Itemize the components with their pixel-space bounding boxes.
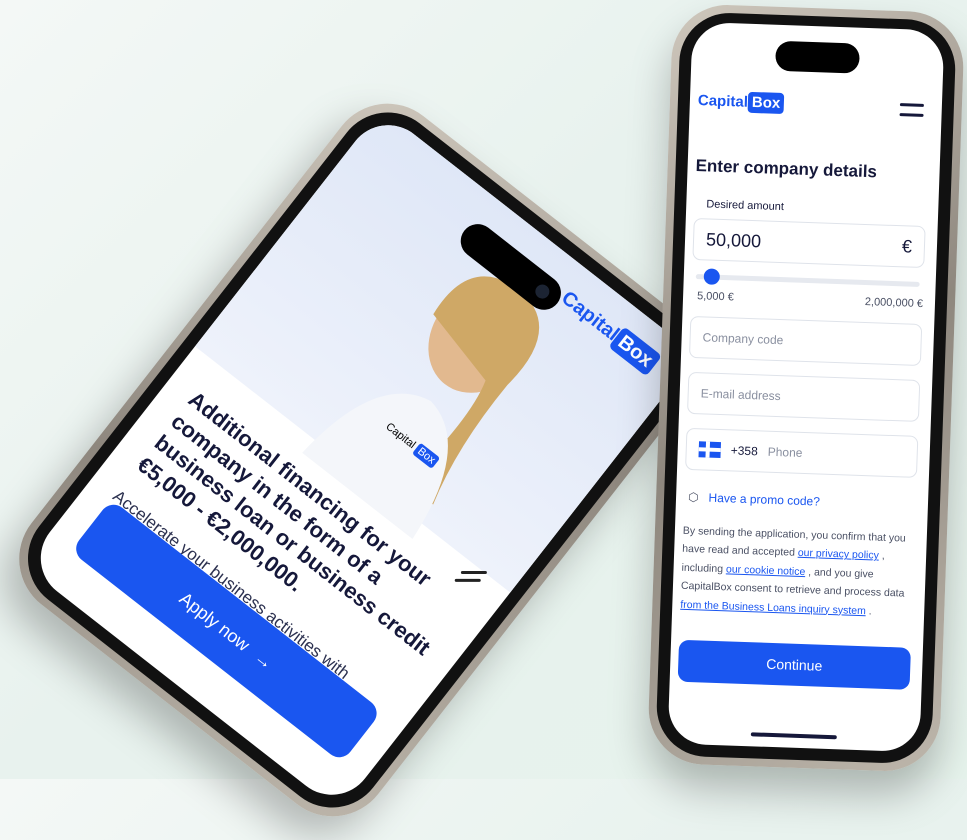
slider-track	[695, 274, 920, 287]
menu-icon[interactable]	[899, 103, 924, 124]
page-title: Enter company details	[695, 156, 878, 182]
tag-icon: ⬡	[687, 489, 699, 505]
continue-button[interactable]: Continue	[677, 639, 911, 690]
amount-value: 50,000	[705, 228, 762, 251]
right-phone: Capital Box Enter company details Desired…	[646, 3, 966, 773]
phone-placeholder: Phone	[767, 444, 803, 460]
privacy-policy-link[interactable]: our privacy policy	[798, 547, 879, 562]
finland-flag-icon[interactable]	[698, 441, 722, 459]
dynamic-island	[775, 40, 861, 74]
left-phone: Capital Box CapitalBox Additional financ…	[0, 80, 725, 840]
slider-handle[interactable]	[703, 268, 721, 285]
slider-max-label: 2,000,000 €	[864, 296, 924, 311]
company-code-placeholder: Company code	[702, 330, 784, 348]
camera-icon	[532, 281, 553, 302]
promo-code-label: Have a promo code?	[708, 490, 821, 509]
home-indicator	[750, 732, 837, 740]
phone-prefix: +358	[730, 443, 759, 459]
cookie-notice-link[interactable]: our cookie notice	[726, 563, 806, 578]
header: Capital Box	[689, 84, 942, 133]
consent-part4: .	[865, 604, 872, 617]
arrow-right-icon: →	[250, 646, 278, 674]
phone-input[interactable]: +358 Phone	[685, 427, 919, 478]
left-phone-screen: Capital Box CapitalBox Additional financ…	[23, 108, 697, 812]
email-placeholder: E-mail address	[700, 386, 781, 404]
logo-text: Capital	[697, 92, 749, 111]
logo-box: Box	[747, 91, 785, 115]
amount-label: Desired amount	[706, 198, 785, 214]
euro-icon: €	[901, 235, 913, 257]
business-loans-registry-link[interactable]: from the Business Loans inquiry system	[680, 598, 866, 616]
right-phone-screen: Capital Box Enter company details Desired…	[667, 21, 945, 753]
consent-text: By sending the application, you confirm …	[680, 522, 915, 622]
promo-code-link[interactable]: ⬡ Have a promo code?	[688, 490, 916, 512]
capitalbox-logo[interactable]: CapitalBox	[697, 91, 785, 115]
company-form: Enter company details Desired amount 50,…	[677, 156, 928, 690]
slider-min-label: 5,000 €	[696, 290, 734, 304]
amount-input[interactable]: 50,000 €	[692, 217, 926, 269]
